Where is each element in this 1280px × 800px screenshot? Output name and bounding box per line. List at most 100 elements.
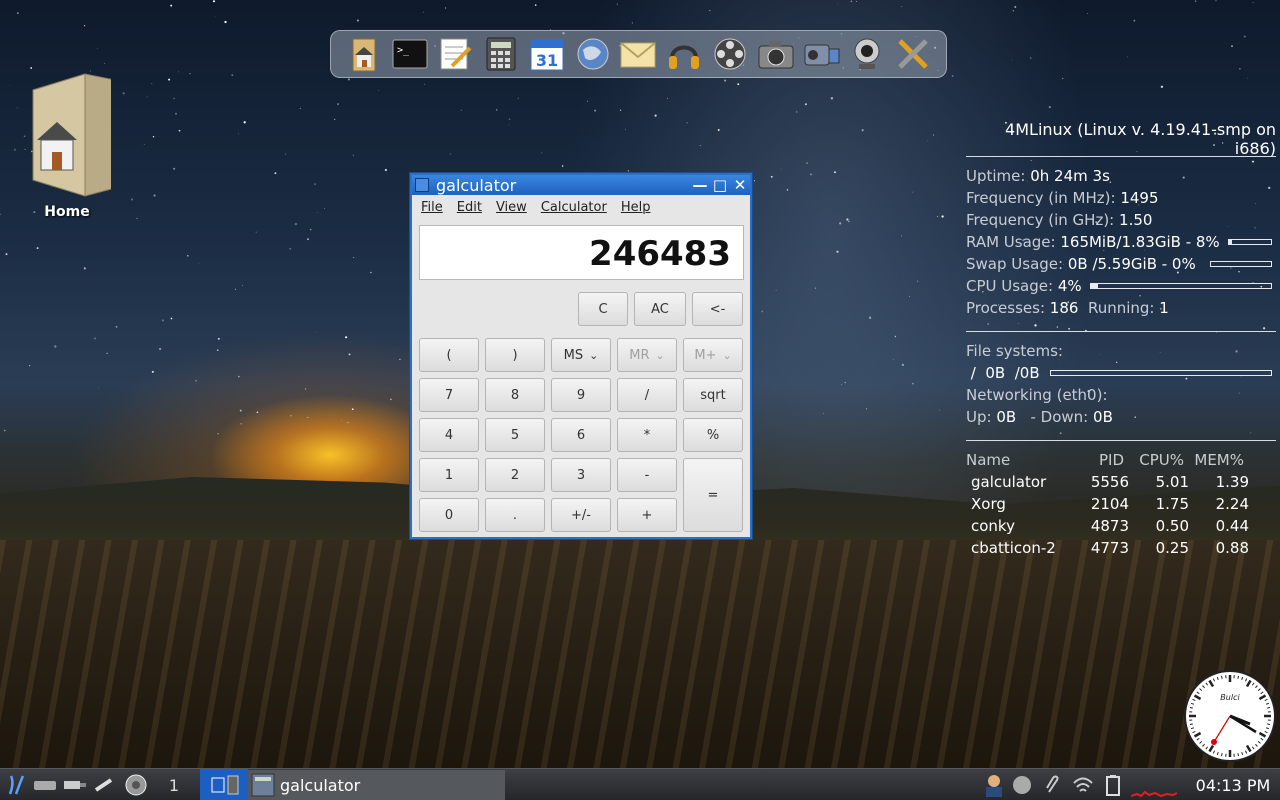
text-editor-icon[interactable] [436,35,474,73]
proc-cpu: 0.25 [1155,539,1189,557]
window-list-icon[interactable] [200,769,248,800]
menu-bar: File Edit View Calculator Help [412,195,750,219]
clock-text[interactable]: 04:13 PM [1186,769,1280,800]
headphones-icon[interactable] [665,35,703,73]
memory-store-button[interactable]: MS ⌄ [551,338,611,372]
cpu-label: CPU Usage: [966,277,1054,295]
divider [966,331,1276,332]
proc-pid: 4873 [1090,517,1129,535]
key-9-button[interactable]: 9 [551,378,611,412]
paperclip-icon[interactable] [1040,769,1064,800]
calculator-display: 246483 [419,225,744,280]
ram-usage-bar [1228,239,1272,245]
ram-row: RAM Usage: 165MiB/1.83GiB - 8% [966,231,1276,253]
proc-cpu: 5.01 [1155,473,1189,491]
key-3-button[interactable]: 3 [551,458,611,492]
negate-button[interactable]: +/- [551,498,611,532]
mail-icon[interactable] [619,35,657,73]
process-row: conky 4873 0.50 0.44 [966,515,1276,537]
video-camera-icon[interactable] [803,35,841,73]
decimal-point-button[interactable]: . [485,498,545,532]
net-row: Up: 0B - Down: 0B [966,406,1276,428]
show-desktop-icon[interactable] [32,769,58,800]
window-menu-icon[interactable] [415,178,429,192]
volume-icon[interactable] [1010,769,1034,800]
key-6-button[interactable]: 6 [551,418,611,452]
fs-row: / 0B /0B [966,362,1276,384]
minimize-icon[interactable]: — [690,176,710,194]
proc-pid: 5556 [1090,473,1129,491]
key-0-button[interactable]: 0 [419,498,479,532]
divide-button[interactable]: / [617,378,677,412]
photo-camera-icon[interactable] [757,35,795,73]
calculator-icon [251,773,275,797]
home-folder-icon[interactable] [345,35,383,73]
menu-file[interactable]: File [421,200,443,215]
application-dock: >_ 31 [330,30,947,78]
up-label: Up: [966,408,992,426]
key-5-button[interactable]: 5 [485,418,545,452]
system-title: 4MLinux (Linux v. 4.19.41-smp on i686) [1005,120,1276,158]
freq-mhz-label: Frequency (in MHz): [966,189,1116,207]
webcam-icon[interactable] [848,35,886,73]
clear-button[interactable]: C [578,292,628,326]
menu-edit[interactable]: Edit [457,200,482,215]
backspace-button[interactable]: <- [692,292,743,326]
uptime-label: Uptime: [966,167,1026,185]
down-value: 0B [1093,408,1113,426]
down-label: - Down: [1025,408,1089,426]
proc-mem: 0.88 [1215,539,1249,557]
galculator-window: galculator — □ ✕ File Edit View Calculat… [410,173,752,539]
mr-label: MR [629,347,650,363]
subtract-button[interactable]: - [617,458,677,492]
terminal-icon[interactable]: >_ [391,35,429,73]
key-2-button[interactable]: 2 [485,458,545,492]
memory-recall-button[interactable]: MR ⌄ [617,338,677,372]
start-menu-icon[interactable] [4,769,28,800]
wifi-icon[interactable] [1070,769,1096,800]
menu-calculator[interactable]: Calculator [541,200,607,215]
equals-button[interactable]: = [683,458,743,532]
key-1-button[interactable]: 1 [419,458,479,492]
processes-row: Processes: 186 Running: 1 [966,297,1276,319]
uptime-value: 0h 24m 3s [1030,167,1110,185]
close-paren-button[interactable]: ) [485,338,545,372]
proc-mem: 2.24 [1215,495,1249,513]
x-tools-icon[interactable] [894,35,932,73]
menu-view[interactable]: View [496,200,527,215]
calculator-icon[interactable] [482,35,520,73]
film-reel-icon[interactable] [711,35,749,73]
desktop-home-icon[interactable]: Home [22,70,116,220]
percent-button[interactable]: % [683,418,743,452]
key-4-button[interactable]: 4 [419,418,479,452]
taskbar-task-galculator[interactable]: galculator [248,770,505,800]
web-browser-icon[interactable] [574,35,612,73]
add-button[interactable]: + [617,498,677,532]
key-8-button[interactable]: 8 [485,378,545,412]
network-cable-icon[interactable] [92,769,118,800]
proc-mem: 0.44 [1215,517,1249,535]
all-clear-button[interactable]: AC [634,292,686,326]
close-icon[interactable]: ✕ [730,176,750,194]
up-value: 0B [996,408,1017,426]
open-paren-button[interactable]: ( [419,338,479,372]
usb-drive-icon[interactable] [62,769,88,800]
calendar-icon[interactable]: 31 [528,35,566,73]
process-row: galculator 5556 5.01 1.39 [966,471,1276,493]
battery-icon[interactable] [1100,769,1126,800]
svg-text:>_: >_ [397,45,410,56]
window-titlebar[interactable]: galculator — □ ✕ [412,175,750,195]
window-title: galculator [436,175,517,195]
menu-help[interactable]: Help [621,200,651,215]
running-value: 1 [1159,299,1169,317]
speaker-icon[interactable] [122,769,150,800]
key-7-button[interactable]: 7 [419,378,479,412]
workspace-number[interactable]: 1 [160,769,188,800]
sqrt-button[interactable]: sqrt [683,378,743,412]
user-icon[interactable] [982,769,1006,800]
freq-ghz-value: 1.50 [1119,211,1153,229]
multiply-button[interactable]: * [617,418,677,452]
memory-add-button[interactable]: M+ ⌄ [683,338,743,372]
maximize-icon[interactable]: □ [710,176,730,194]
taskbar: 1 galculator 04:13 PM [0,768,1280,800]
